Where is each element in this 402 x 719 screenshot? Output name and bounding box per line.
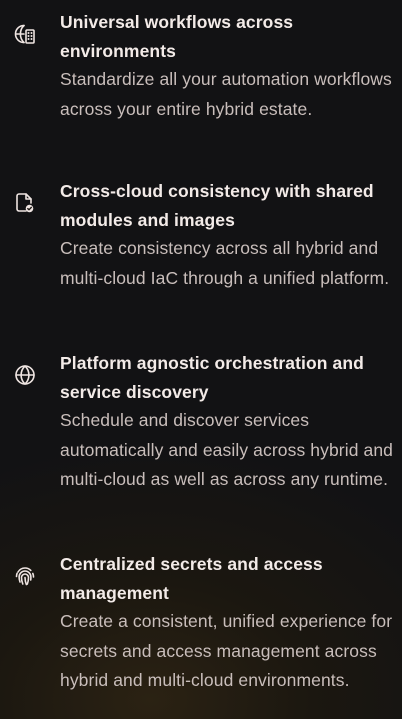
feature-text: Cross-cloud consistency with shared modu… — [60, 177, 398, 293]
feature-title: Universal workflows across environments — [60, 12, 294, 61]
fingerprint-icon — [12, 563, 38, 589]
feature-description: Schedule and discover services automatic… — [60, 410, 393, 489]
globe-icon — [12, 362, 38, 388]
feature-title: Cross-cloud consistency with shared modu… — [60, 181, 374, 230]
feature-description: Create consistency across all hybrid and… — [60, 238, 390, 288]
feature-title: Platform agnostic orchestration and serv… — [60, 353, 364, 402]
feature-text: Universal workflows across environments … — [60, 8, 398, 124]
feature-text: Platform agnostic orchestration and serv… — [60, 349, 398, 495]
feature-description: Standardize all your automation workflow… — [60, 69, 392, 119]
feature-text: Centralized secrets and access managemen… — [60, 550, 398, 696]
building-globe-icon — [12, 21, 38, 47]
feature-description: Create a consistent, unified experience … — [60, 611, 393, 690]
file-check-icon — [12, 190, 38, 216]
feature-title: Centralized secrets and access managemen… — [60, 554, 323, 603]
